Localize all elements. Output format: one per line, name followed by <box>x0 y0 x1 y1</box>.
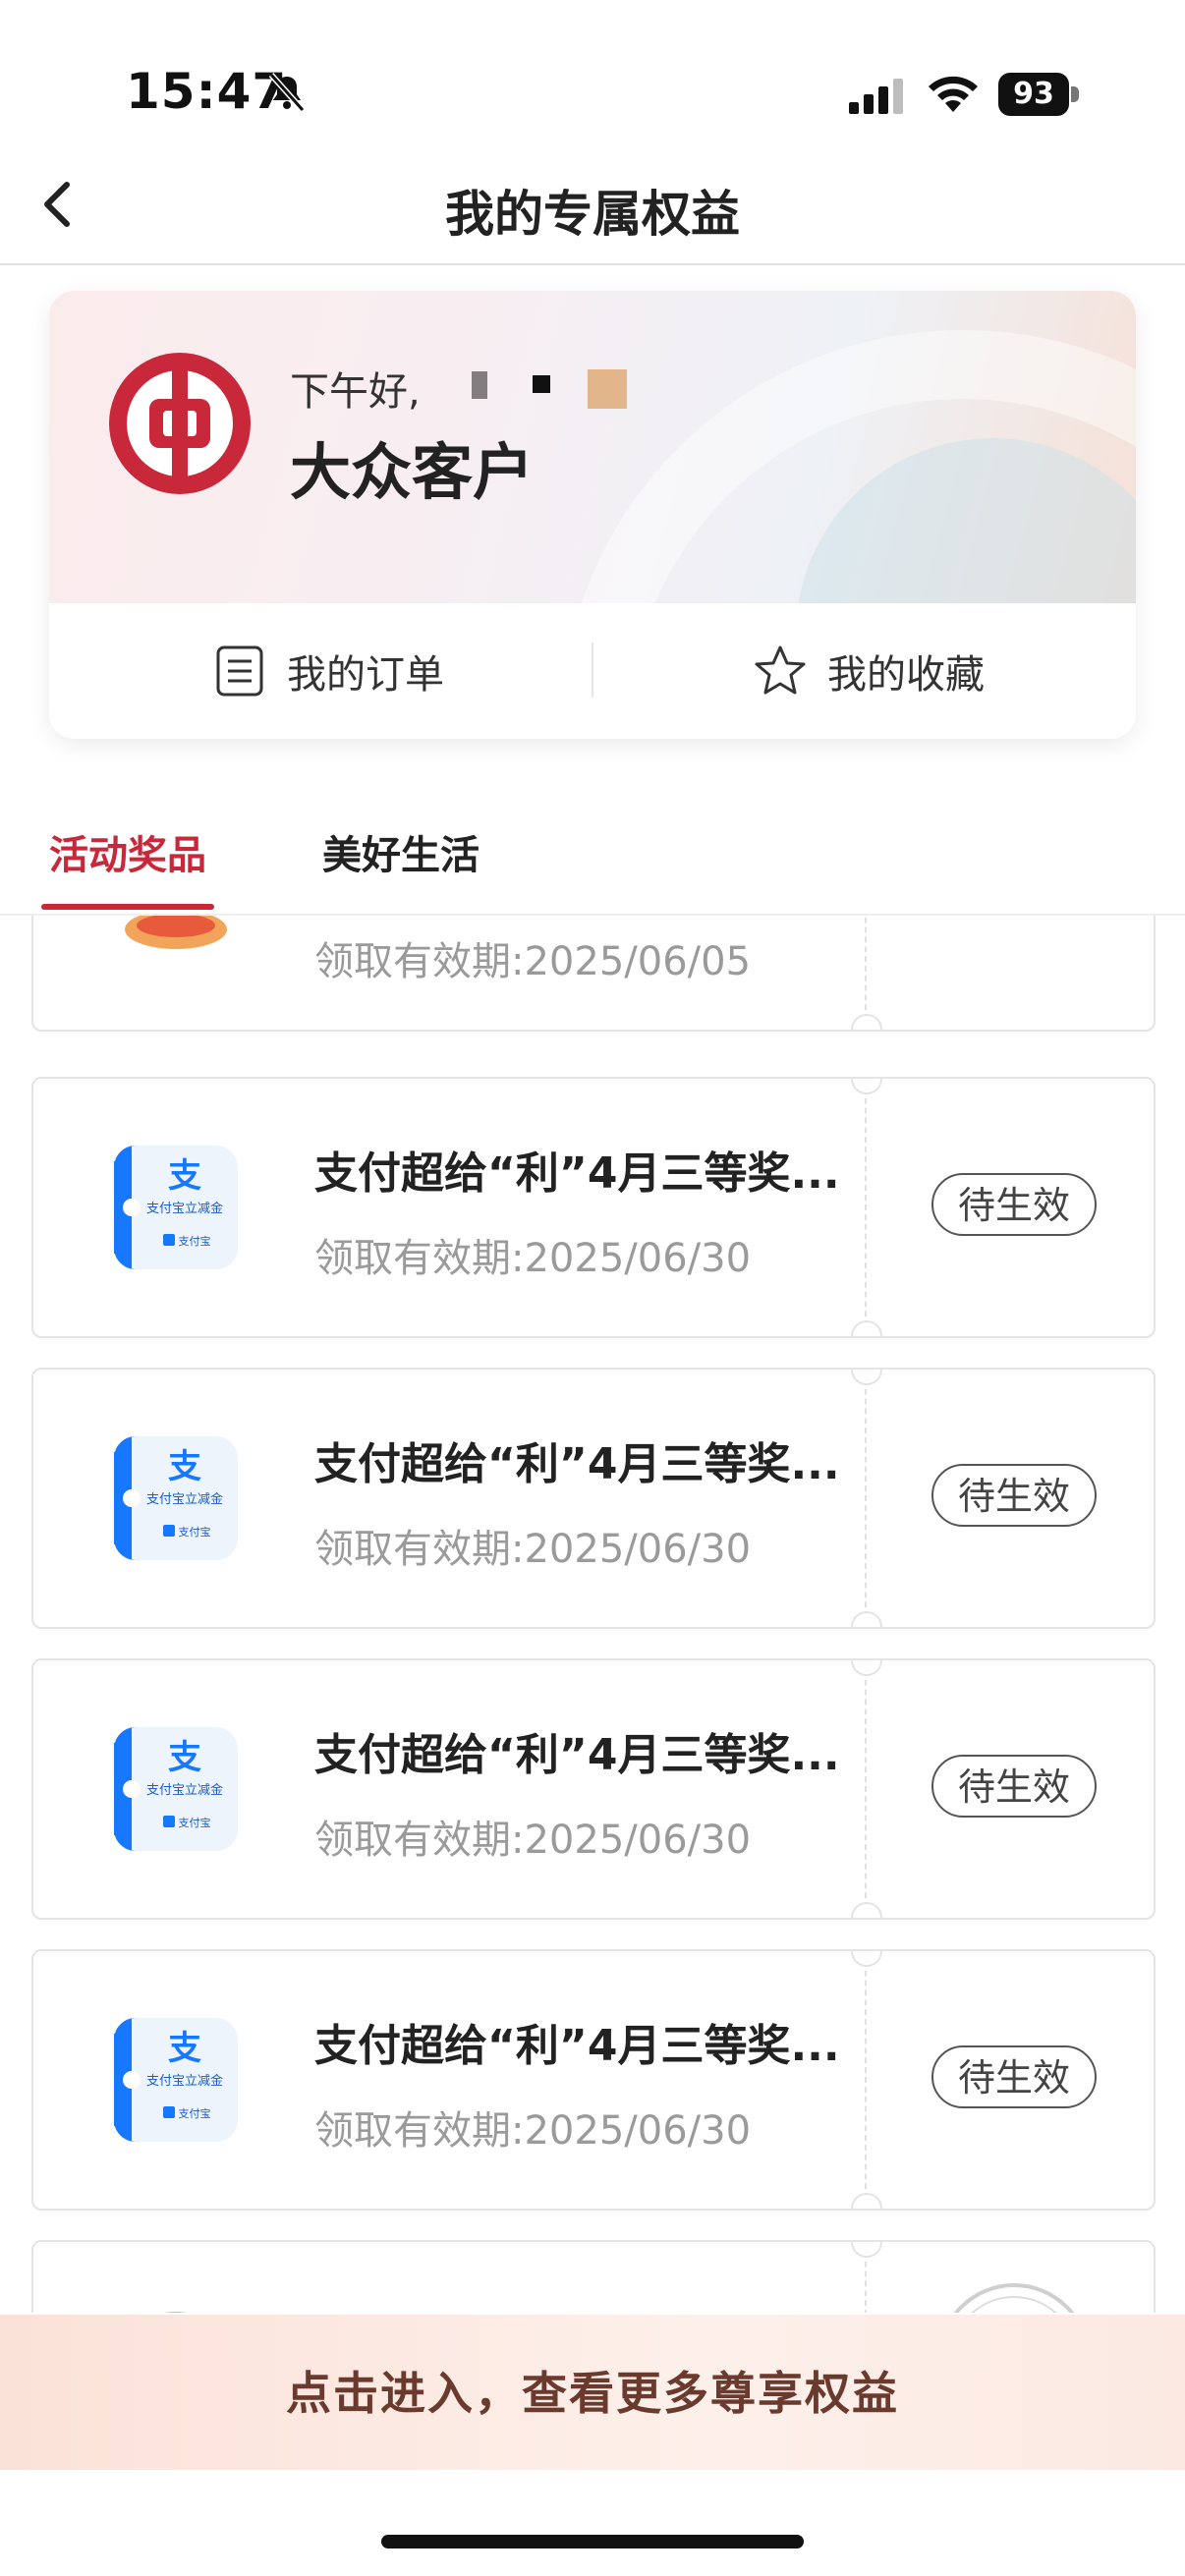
view-more-benefits-button[interactable]: 点击进入，查看更多尊享权益 <box>0 2315 1185 2470</box>
ticket-name: 支付超给“利”4月三等奖... <box>314 1730 840 1780</box>
ticket-validity: 领取有效期:2025/06/30 <box>314 1236 752 1281</box>
cellular-signal-icon <box>849 79 903 114</box>
coupon-thumb-title: 支 <box>168 2029 201 2068</box>
nav-bar: 我的专属权益 <box>0 147 1185 265</box>
reward-ticket[interactable] <box>31 2240 1156 2313</box>
reward-ticket[interactable]: 领取有效期:2025/06/05 <box>31 916 1156 1032</box>
my-favorites-link[interactable]: 我的收藏 <box>753 603 985 739</box>
alipay-coupon-icon: 支 支付宝立减金 支付宝 <box>114 1727 238 1851</box>
status-time: 15:47 <box>126 63 288 120</box>
coupon-thumb-subtitle: 支付宝立减金 <box>146 2073 223 2089</box>
category-tabs: 活动奖品 美好生活 <box>0 786 1185 916</box>
reward-list[interactable]: 领取有效期:2025/06/05 支 支付宝立减金 支付宝 支付超给“利”4月三… <box>0 916 1185 2313</box>
reward-ticket[interactable]: 支 支付宝立减金 支付宝 支付超给“利”4月三等奖... 领取有效期:2025/… <box>31 1368 1156 1629</box>
masked-name-pixel <box>533 375 550 393</box>
active-tab-indicator <box>41 904 214 910</box>
ticket-name: 支付超给“利”4月三等奖... <box>314 1148 840 1199</box>
my-orders-label: 我的订单 <box>287 652 444 698</box>
coupon-thumb-brand: 支付宝 <box>179 2106 211 2120</box>
my-orders-link[interactable]: 我的订单 <box>212 603 444 739</box>
masked-name-pixel <box>472 371 487 399</box>
coupon-thumb-title: 支 <box>168 1447 201 1486</box>
coupon-thumb-subtitle: 支付宝立减金 <box>146 1782 223 1798</box>
coupon-thumb-brand: 支付宝 <box>179 1525 211 1539</box>
alipay-coupon-icon: 支 支付宝立减金 支付宝 <box>114 1436 238 1560</box>
ticket-name: 支付超给“利”4月三等奖... <box>314 1439 840 1489</box>
alipay-coupon-icon: 支 支付宝立减金 支付宝 <box>114 1146 238 1269</box>
coupon-thumb-brand: 支付宝 <box>179 1816 211 1829</box>
my-favorites-label: 我的收藏 <box>827 652 985 698</box>
stamp-icon <box>953 2283 1075 2313</box>
ticket-status-badge[interactable]: 待生效 <box>931 1173 1097 1236</box>
profile-card: 下午好, 大众客户 我的订单 我的收藏 <box>49 291 1136 739</box>
member-level: 大众客户 <box>290 436 535 508</box>
reward-ticket[interactable]: 支 支付宝立减金 支付宝 支付超给“利”4月三等奖... 领取有效期:2025/… <box>31 1658 1156 1920</box>
ticket-status-badge[interactable]: 待生效 <box>931 1464 1097 1527</box>
ticket-validity: 领取有效期:2025/06/30 <box>314 1818 752 1863</box>
battery-indicator: 93 <box>998 73 1081 116</box>
home-indicator[interactable] <box>381 2535 804 2548</box>
ticket-validity: 领取有效期:2025/06/30 <box>314 1527 752 1572</box>
order-list-icon <box>216 645 263 697</box>
coupon-thumb-brand: 支付宝 <box>179 1234 211 1248</box>
ticket-status-badge[interactable]: 待生效 <box>931 1755 1097 1818</box>
tab-good-life[interactable]: 美好生活 <box>322 823 480 880</box>
reward-thumbnail-icon <box>125 916 227 949</box>
status-bar: 15:47 93 <box>0 0 1185 147</box>
muted-bell-icon <box>268 73 306 112</box>
ticket-validity: 领取有效期:2025/06/05 <box>314 939 752 984</box>
battery-level: 93 <box>998 73 1069 116</box>
coupon-thumb-title: 支 <box>168 1738 201 1777</box>
star-icon <box>755 645 806 695</box>
tab-activity-prizes[interactable]: 活动奖品 <box>49 823 206 880</box>
ticket-validity: 领取有效期:2025/06/30 <box>314 2108 752 2154</box>
cta-label: 点击进入，查看更多尊享权益 <box>286 2368 899 2419</box>
greeting-text: 下午好, <box>290 369 421 415</box>
quick-links: 我的订单 我的收藏 <box>49 603 1136 739</box>
masked-name-pixel <box>588 369 627 409</box>
bank-logo-icon <box>109 353 251 494</box>
ticket-name: 支付超给“利”4月三等奖... <box>314 2021 840 2071</box>
profile-banner: 下午好, 大众客户 <box>49 291 1136 603</box>
alipay-coupon-icon: 支 支付宝立减金 支付宝 <box>114 2018 238 2142</box>
ticket-status-badge[interactable]: 待生效 <box>931 2045 1097 2108</box>
wifi-icon <box>929 76 978 112</box>
coupon-thumb-subtitle: 支付宝立减金 <box>146 1491 223 1507</box>
page-title: 我的专属权益 <box>445 186 740 243</box>
coupon-thumb-title: 支 <box>168 1156 201 1196</box>
reward-ticket[interactable]: 支 支付宝立减金 支付宝 支付超给“利”4月三等奖... 领取有效期:2025/… <box>31 1949 1156 2211</box>
reward-thumbnail-icon <box>165 2312 187 2313</box>
reward-ticket[interactable]: 支 支付宝立减金 支付宝 支付超给“利”4月三等奖... 领取有效期:2025/… <box>31 1077 1156 1338</box>
coupon-thumb-subtitle: 支付宝立减金 <box>146 1201 223 1216</box>
